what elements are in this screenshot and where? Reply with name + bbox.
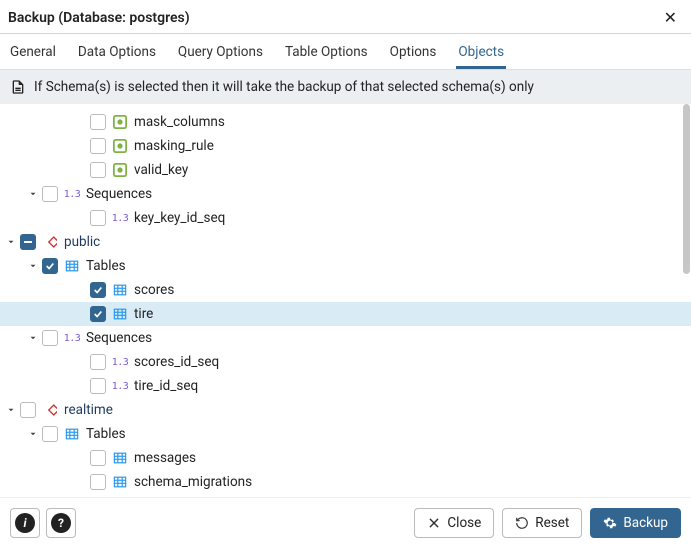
close-icon <box>427 516 441 530</box>
chevron-down-icon[interactable] <box>24 185 42 203</box>
checkbox-checked[interactable] <box>90 282 106 298</box>
close-button[interactable]: Close <box>414 508 494 538</box>
schema-icon <box>42 402 58 418</box>
checkbox[interactable] <box>90 474 106 490</box>
tree-leaf[interactable]: 1.3 key_key_id_seq <box>0 206 691 230</box>
tree-label: Sequences <box>86 186 152 202</box>
sequence-icon: 1.3 <box>112 378 128 394</box>
checkbox[interactable] <box>90 354 106 370</box>
reset-button[interactable]: Reset <box>502 508 582 538</box>
checkbox-checked[interactable] <box>90 306 106 322</box>
tree-label: Sequences <box>86 330 152 346</box>
tree-leaf[interactable]: mask_columns <box>0 110 691 134</box>
checkbox[interactable] <box>90 210 106 226</box>
close-icon[interactable]: ✕ <box>660 8 681 27</box>
checkbox[interactable] <box>90 450 106 466</box>
table-icon <box>112 306 128 322</box>
dialog-title: Backup (Database: postgres) <box>8 10 190 26</box>
sequence-icon: 1.3 <box>112 354 128 370</box>
tree-leaf[interactable]: 1.3 tire_id_seq <box>0 374 691 398</box>
tab-query-options[interactable]: Query Options <box>176 34 265 69</box>
tree-group-sequences[interactable]: 1.3 Sequences <box>0 326 691 350</box>
tab-objects[interactable]: Objects <box>456 34 506 69</box>
tree-label: Tables <box>86 258 126 274</box>
tree-label: Tables <box>86 426 126 442</box>
checkbox[interactable] <box>42 186 58 202</box>
schema-icon <box>42 234 58 250</box>
tree-leaf-selected[interactable]: tire <box>0 302 691 326</box>
info-button[interactable]: i <box>10 508 40 538</box>
table-icon <box>64 258 80 274</box>
policy-icon <box>112 138 128 154</box>
footer: i ? Close Reset Backup <box>0 497 691 546</box>
tree-label: mask_columns <box>134 114 225 130</box>
policy-icon <box>112 114 128 130</box>
tree-leaf[interactable]: masking_rule <box>0 134 691 158</box>
scrollbar-thumb[interactable] <box>683 104 690 274</box>
checkbox[interactable] <box>20 402 36 418</box>
table-icon <box>64 426 80 442</box>
tree-label: public <box>64 234 100 250</box>
checkbox-checked[interactable] <box>42 258 58 274</box>
tab-bar: General Data Options Query Options Table… <box>0 34 691 70</box>
tree-leaf[interactable]: scores <box>0 278 691 302</box>
tree-group-sequences[interactable]: 1.3 Sequences <box>0 182 691 206</box>
backup-button[interactable]: Backup <box>590 508 681 538</box>
tab-general[interactable]: General <box>8 34 58 69</box>
checkbox[interactable] <box>90 114 106 130</box>
help-button[interactable]: ? <box>46 508 76 538</box>
reset-button-label: Reset <box>535 515 569 531</box>
policy-icon <box>112 162 128 178</box>
sequence-icon: 1.3 <box>64 186 80 202</box>
tree-label: tire <box>134 306 153 322</box>
document-icon <box>10 79 26 95</box>
tree-leaf[interactable]: subscription <box>0 494 691 497</box>
tree-group-tables[interactable]: Tables <box>0 422 691 446</box>
tree-label: scores <box>134 282 174 298</box>
tree-label: messages <box>134 450 196 466</box>
tree-leaf[interactable]: 1.3 scores_id_seq <box>0 350 691 374</box>
chevron-down-icon[interactable] <box>24 329 42 347</box>
checkbox[interactable] <box>42 330 58 346</box>
tree-label: masking_rule <box>134 138 214 154</box>
table-icon <box>112 282 128 298</box>
gear-icon <box>603 516 617 530</box>
checkbox-indeterminate[interactable] <box>20 234 36 250</box>
titlebar: Backup (Database: postgres) ✕ <box>0 0 691 34</box>
tree-label: tire_id_seq <box>134 378 198 394</box>
chevron-down-icon[interactable] <box>2 233 20 251</box>
sequence-icon: 1.3 <box>112 210 128 226</box>
table-icon <box>112 450 128 466</box>
chevron-down-icon[interactable] <box>24 425 42 443</box>
close-button-label: Close <box>447 515 481 531</box>
tree-label: schema_migrations <box>134 474 252 490</box>
tree-schema-realtime[interactable]: realtime <box>0 398 691 422</box>
tree-group-tables[interactable]: Tables <box>0 254 691 278</box>
tree-leaf[interactable]: schema_migrations <box>0 470 691 494</box>
tab-table-options[interactable]: Table Options <box>283 34 370 69</box>
chevron-down-icon[interactable] <box>24 257 42 275</box>
checkbox[interactable] <box>90 378 106 394</box>
tab-options[interactable]: Options <box>388 34 439 69</box>
reset-icon <box>515 516 529 530</box>
tree-leaf[interactable]: messages <box>0 446 691 470</box>
tree-schema-public[interactable]: public <box>0 230 691 254</box>
tab-data-options[interactable]: Data Options <box>76 34 158 69</box>
tree-label: scores_id_seq <box>134 354 219 370</box>
tree-container[interactable]: mask_columns masking_rule valid_key 1.3 … <box>0 104 691 497</box>
sequence-icon: 1.3 <box>64 330 80 346</box>
table-icon <box>112 474 128 490</box>
tree-label: key_key_id_seq <box>134 210 225 226</box>
tree-label: valid_key <box>134 162 188 178</box>
checkbox[interactable] <box>42 426 58 442</box>
checkbox[interactable] <box>90 138 106 154</box>
backup-button-label: Backup <box>623 515 668 531</box>
tree-leaf[interactable]: valid_key <box>0 158 691 182</box>
info-banner-text: If Schema(s) is selected then it will ta… <box>34 79 534 95</box>
checkbox[interactable] <box>90 162 106 178</box>
chevron-down-icon[interactable] <box>2 401 20 419</box>
info-banner: If Schema(s) is selected then it will ta… <box>0 70 691 104</box>
tree-label: realtime <box>64 402 113 418</box>
